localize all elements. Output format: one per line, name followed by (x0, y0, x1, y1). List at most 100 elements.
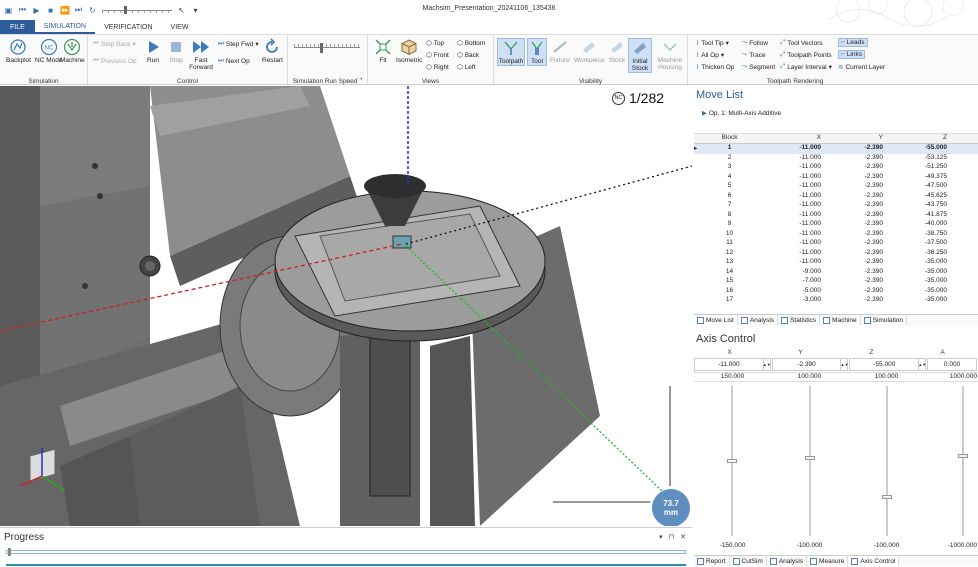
fixture-toggle[interactable]: Fixture (550, 38, 570, 64)
slider-z-thumb[interactable] (882, 495, 892, 499)
stop-button[interactable]: Stop (167, 38, 185, 64)
col-x[interactable]: X (757, 134, 823, 143)
tab-simulation-panel[interactable]: Simulation (861, 315, 907, 325)
slider-a-track[interactable] (962, 386, 964, 536)
fast-forward-button[interactable]: Fast Forward (188, 38, 214, 71)
progress-slider-thumb[interactable] (8, 548, 11, 556)
tab-measure[interactable]: Measure (807, 556, 849, 566)
tab-move-list[interactable]: Move List (694, 315, 738, 325)
table-row[interactable]: 6 -11.000 -2.390 -45.625 (694, 192, 978, 202)
report-icon (697, 557, 704, 565)
previous-op-button[interactable]: ⏮ Previous Op (93, 57, 137, 65)
progress-slider-track[interactable] (6, 550, 686, 554)
layer-interval-button[interactable]: ⤢ Layer Interval ▾ (780, 63, 832, 71)
axis-a-stepper[interactable]: 0.000 (927, 358, 977, 371)
thicken-op-button[interactable]: ⌇ Thicken Op (696, 63, 734, 72)
slider-y-thumb[interactable] (805, 456, 815, 460)
bottom-view-button[interactable]: ⬡ Bottom (457, 39, 485, 48)
machine-housing-toggle[interactable]: Machine Housing (654, 38, 686, 71)
right-view-button[interactable]: ⬡ Right (426, 63, 449, 72)
links-toggle[interactable]: ⌐ Links (838, 50, 865, 59)
table-cell: -11.000 (799, 153, 821, 161)
3d-viewport[interactable]: NC 1/282 73.7 mm (0, 86, 692, 526)
slider-a-thumb[interactable] (958, 454, 968, 458)
tab-statistics[interactable]: Statistics (778, 315, 821, 325)
run-button[interactable]: Run (144, 38, 162, 64)
slider-x-thumb[interactable] (727, 459, 737, 463)
col-block[interactable]: Block (702, 134, 757, 143)
axis-label-a: A (940, 349, 945, 356)
tab-cutsim[interactable]: CutSim (730, 556, 767, 566)
tab-analysis[interactable]: Analysis (738, 315, 779, 325)
operation-item[interactable]: Op. 1: Multi-Axis Additive (709, 110, 781, 117)
workpiece-toggle[interactable]: Workpiece (574, 38, 605, 64)
col-z[interactable]: Z (885, 134, 949, 143)
follow-button[interactable]: ⤳ Follow (742, 39, 768, 47)
table-row[interactable]: 5 -11.000 -2.390 -47.500 (694, 182, 978, 192)
table-row[interactable]: 4 -11.000 -2.390 -49.375 (694, 173, 978, 183)
table-row[interactable]: ▸ 1 -11.000 -2.390 -55.000 (694, 144, 978, 154)
tool-toggle[interactable]: Tool (527, 38, 547, 66)
axis-y-max: 100.000 (797, 373, 822, 380)
segment-button[interactable]: ⤳ Segment (742, 63, 775, 71)
table-row[interactable]: 16 -5.000 -2.390 -35.000 (694, 287, 978, 297)
left-view-button[interactable]: ⬡ Left (457, 63, 476, 72)
machine-button[interactable]: Machine (60, 38, 85, 64)
axis-z-stepper[interactable]: -55.000 ▲▼ (849, 358, 927, 371)
top-view-button[interactable]: ⬡ Top (426, 39, 444, 48)
table-row[interactable]: 3 -11.000 -2.390 -51.250 (694, 163, 978, 173)
tab-view[interactable]: VIEW (162, 20, 198, 34)
table-row[interactable]: 8 -11.000 -2.390 -41.875 (694, 211, 978, 221)
initial-stock-toggle[interactable]: Initial Stock (628, 38, 652, 73)
toolpath-points-button[interactable]: ⤢ Toolpath Points (780, 51, 832, 59)
close-icon[interactable]: ✕ (680, 533, 686, 541)
fit-button[interactable]: Fit (374, 38, 392, 64)
tab-report[interactable]: Report (694, 556, 730, 566)
table-row[interactable]: 12 -11.000 -2.390 -36.250 (694, 249, 978, 259)
trace-button[interactable]: ⤳ Trace (742, 51, 766, 59)
step-back-button[interactable]: ⏮ Step Back ▾ (93, 40, 136, 48)
stock-toggle[interactable]: Stock (608, 38, 626, 64)
table-row[interactable]: 2 -11.000 -2.390 -53.125 (694, 154, 978, 164)
operation-tree[interactable]: ▶ Op. 1: Multi-Axis Additive (694, 103, 978, 134)
slider-y-track[interactable] (809, 386, 811, 536)
axis-y-stepper[interactable]: -2.390 ▲▼ (771, 358, 849, 371)
table-row[interactable]: 13 -11.000 -2.390 -35.000 (694, 258, 978, 268)
col-y[interactable]: Y (823, 134, 885, 143)
slider-z-track[interactable] (886, 386, 888, 536)
tab-analysis-2[interactable]: Analysis (767, 556, 808, 566)
table-row[interactable]: 9 -11.000 -2.390 -40.000 (694, 220, 978, 230)
back-view-button[interactable]: ⬡ Back (457, 51, 479, 60)
table-cell: 7 (727, 201, 732, 208)
axis-x-stepper[interactable]: -11.000 ▲▼ (694, 358, 771, 371)
step-fwd-button[interactable]: ⏭ Step Fwd ▾ (218, 40, 259, 48)
table-row[interactable]: 15 -7.000 -2.390 -35.000 (694, 277, 978, 287)
tab-file[interactable]: FILE (0, 20, 35, 34)
nc-mode-button[interactable]: NC NC Mode (35, 38, 62, 64)
tab-axis-control[interactable]: Axis Control (848, 556, 900, 566)
isometric-button[interactable]: Isometric (396, 38, 422, 64)
all-op-button[interactable]: ⌇ All Op ▾ (696, 51, 724, 60)
front-view-button[interactable]: ⬡ Front (426, 51, 449, 60)
tab-simulation[interactable]: SIMULATION (34, 20, 96, 34)
tool-tip-button[interactable]: ⌇ Tool Tip ▾ (696, 39, 729, 48)
tab-machine[interactable]: Machine (820, 315, 861, 325)
current-layer-button[interactable]: ≋ Current Layer (838, 63, 885, 72)
backplot-button[interactable]: Backplot (6, 38, 31, 64)
leads-toggle[interactable]: ⌐ Leads (838, 38, 868, 47)
table-row[interactable]: 7 -11.000 -2.390 -43.750 (694, 201, 978, 211)
expand-icon[interactable]: ▶ (702, 110, 707, 117)
pin-icon[interactable]: ⊓ (669, 533, 674, 541)
restart-button[interactable]: Restart (262, 38, 283, 64)
toolpath-toggle[interactable]: Toolpath (497, 38, 525, 66)
axis-max: 150.000 100.000 100.000 1000.000 (694, 372, 978, 382)
table-row[interactable]: 10 -11.000 -2.390 -38.750 (694, 230, 978, 240)
tab-verification[interactable]: VERIFICATION (95, 20, 161, 34)
next-op-button[interactable]: ⏭ Next Op (218, 57, 250, 65)
table-row[interactable]: 14 -9.000 -2.390 -35.000 (694, 268, 978, 278)
table-row[interactable]: 17 -3.000 -2.390 -35.000 (694, 296, 978, 306)
dropdown-icon[interactable]: ▾ (659, 533, 663, 541)
tool-vectors-button[interactable]: ⤢ Tool Vectors (780, 39, 823, 47)
run-speed-slider[interactable] (294, 43, 360, 53)
table-row[interactable]: 11 -11.000 -2.390 -37.500 (694, 239, 978, 249)
